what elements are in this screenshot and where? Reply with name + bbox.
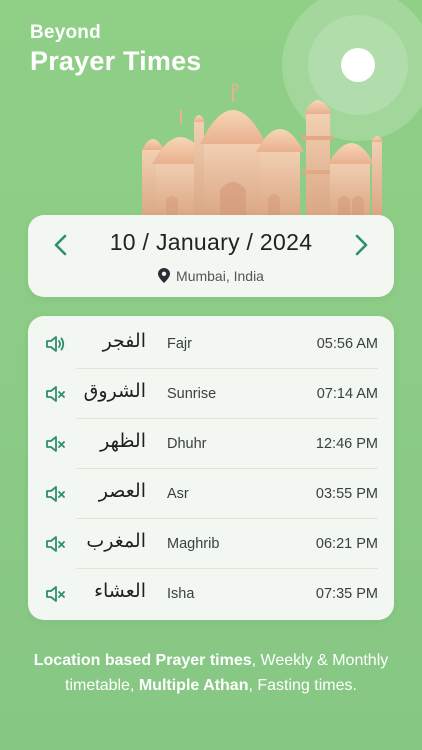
speaker-muted-icon[interactable] bbox=[45, 485, 65, 503]
prayer-row-fajr[interactable]: الفجر Fajr 05:56 AM bbox=[28, 319, 394, 369]
prayer-name: Sunrise bbox=[167, 386, 217, 402]
prayer-name: Asr bbox=[167, 486, 189, 502]
feature-fasting: , Fasting times. bbox=[248, 677, 357, 694]
location-pin-icon bbox=[158, 268, 171, 283]
prayer-time: 12:46 PM bbox=[315, 436, 378, 452]
speaker-muted-icon[interactable] bbox=[45, 385, 65, 403]
prayer-name: Maghrib bbox=[167, 536, 220, 552]
mosque-illustration bbox=[142, 83, 383, 220]
speaker-on-icon[interactable] bbox=[45, 335, 65, 353]
prayer-row-maghrib[interactable]: المغرب Maghrib 06:21 PM bbox=[28, 519, 394, 569]
prayer-time: 07:14 AM bbox=[316, 386, 378, 402]
prayer-row-isha[interactable]: العشاء Isha 07:35 PM bbox=[28, 569, 394, 619]
prayer-row-sunrise[interactable]: الشروق Sunrise 07:14 AM bbox=[28, 369, 394, 419]
next-day-button[interactable] bbox=[347, 231, 375, 259]
date-selector-card: 10 / January / 2024 Mumbai, India bbox=[28, 215, 394, 297]
feature-multiple-athan: Multiple Athan bbox=[138, 677, 249, 694]
prayer-arabic-name: المغرب bbox=[86, 530, 146, 552]
selected-date[interactable]: 10 / January / 2024 bbox=[28, 229, 394, 256]
app-title: Prayer Times bbox=[30, 46, 202, 76]
speaker-muted-icon[interactable] bbox=[45, 535, 65, 553]
location-row[interactable]: Mumbai, India bbox=[28, 268, 394, 284]
location-label: Mumbai, India bbox=[176, 268, 264, 284]
prayer-name: Dhuhr bbox=[167, 436, 207, 452]
prayer-arabic-name: الفجر bbox=[102, 330, 146, 352]
brand-kicker: Beyond bbox=[30, 22, 101, 43]
prayer-arabic-name: الشروق bbox=[83, 380, 146, 402]
prayer-arabic-name: العشاء bbox=[94, 580, 146, 602]
prayer-times-list: الفجر Fajr 05:56 AM الشروق Sunrise 07:14… bbox=[28, 316, 394, 620]
feature-location-based: Location based Prayer times bbox=[33, 652, 252, 669]
prayer-time: 06:21 PM bbox=[315, 536, 378, 552]
prayer-time: 05:56 AM bbox=[316, 336, 378, 352]
prayer-row-asr[interactable]: العصر Asr 03:55 PM bbox=[28, 469, 394, 519]
prayer-name: Isha bbox=[167, 586, 195, 602]
prayer-row-dhuhr[interactable]: الظهر Dhuhr 12:46 PM bbox=[28, 419, 394, 469]
sun-illustration bbox=[341, 48, 375, 82]
prayer-time: 07:35 PM bbox=[315, 586, 378, 602]
prayer-name: Fajr bbox=[167, 336, 192, 352]
feature-description: Location based Prayer times, Weekly & Mo… bbox=[30, 648, 392, 698]
prayer-arabic-name: الظهر bbox=[100, 430, 146, 452]
speaker-muted-icon[interactable] bbox=[45, 585, 65, 603]
speaker-muted-icon[interactable] bbox=[45, 435, 65, 453]
header: Beyond Prayer Times bbox=[30, 22, 202, 77]
prayer-time: 03:55 PM bbox=[315, 486, 378, 502]
prayer-arabic-name: العصر bbox=[98, 480, 146, 502]
chevron-right-icon bbox=[355, 234, 368, 256]
